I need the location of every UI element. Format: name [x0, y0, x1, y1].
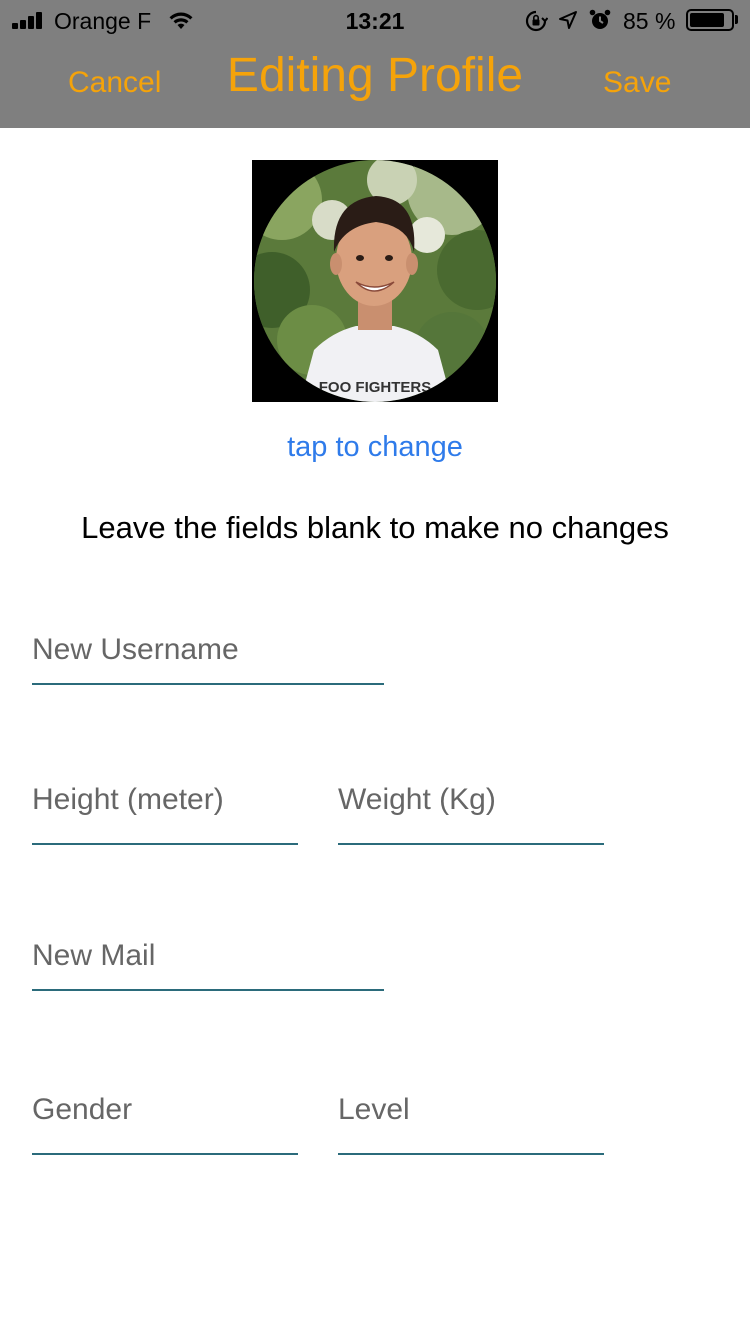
gender-field — [32, 1088, 298, 1155]
height-input[interactable] — [32, 778, 298, 822]
status-bar: Orange F 13:21 85 % — [0, 0, 750, 40]
height-field — [32, 778, 298, 845]
battery-percentage: 85 % — [623, 8, 676, 34]
gender-input[interactable] — [32, 1088, 298, 1132]
top-header: Orange F 13:21 85 % Cancel Editing Profi… — [0, 0, 750, 128]
battery-level-fill — [690, 13, 724, 27]
change-photo-link[interactable]: tap to change — [0, 431, 750, 464]
rotation-lock-icon — [525, 10, 548, 32]
save-button[interactable]: Save — [603, 66, 671, 100]
location-arrow-icon — [559, 11, 577, 29]
instructions-text: Leave the fields blank to make no change… — [81, 510, 669, 545]
battery-icon — [686, 9, 734, 31]
alarm-icon — [589, 9, 611, 29]
weight-input[interactable] — [338, 778, 604, 822]
avatar-photo: FOO FIGHTERS — [254, 160, 496, 402]
battery-tip — [735, 15, 738, 24]
shirt-print: FOO FIGHTERS — [319, 379, 432, 396]
profile-avatar[interactable]: FOO FIGHTERS — [252, 160, 498, 402]
weight-field — [338, 778, 604, 845]
username-input[interactable] — [32, 628, 384, 672]
username-field — [32, 628, 384, 685]
mail-field — [32, 934, 384, 991]
level-input[interactable] — [338, 1088, 604, 1132]
level-field — [338, 1088, 604, 1155]
mail-input[interactable] — [32, 934, 384, 978]
